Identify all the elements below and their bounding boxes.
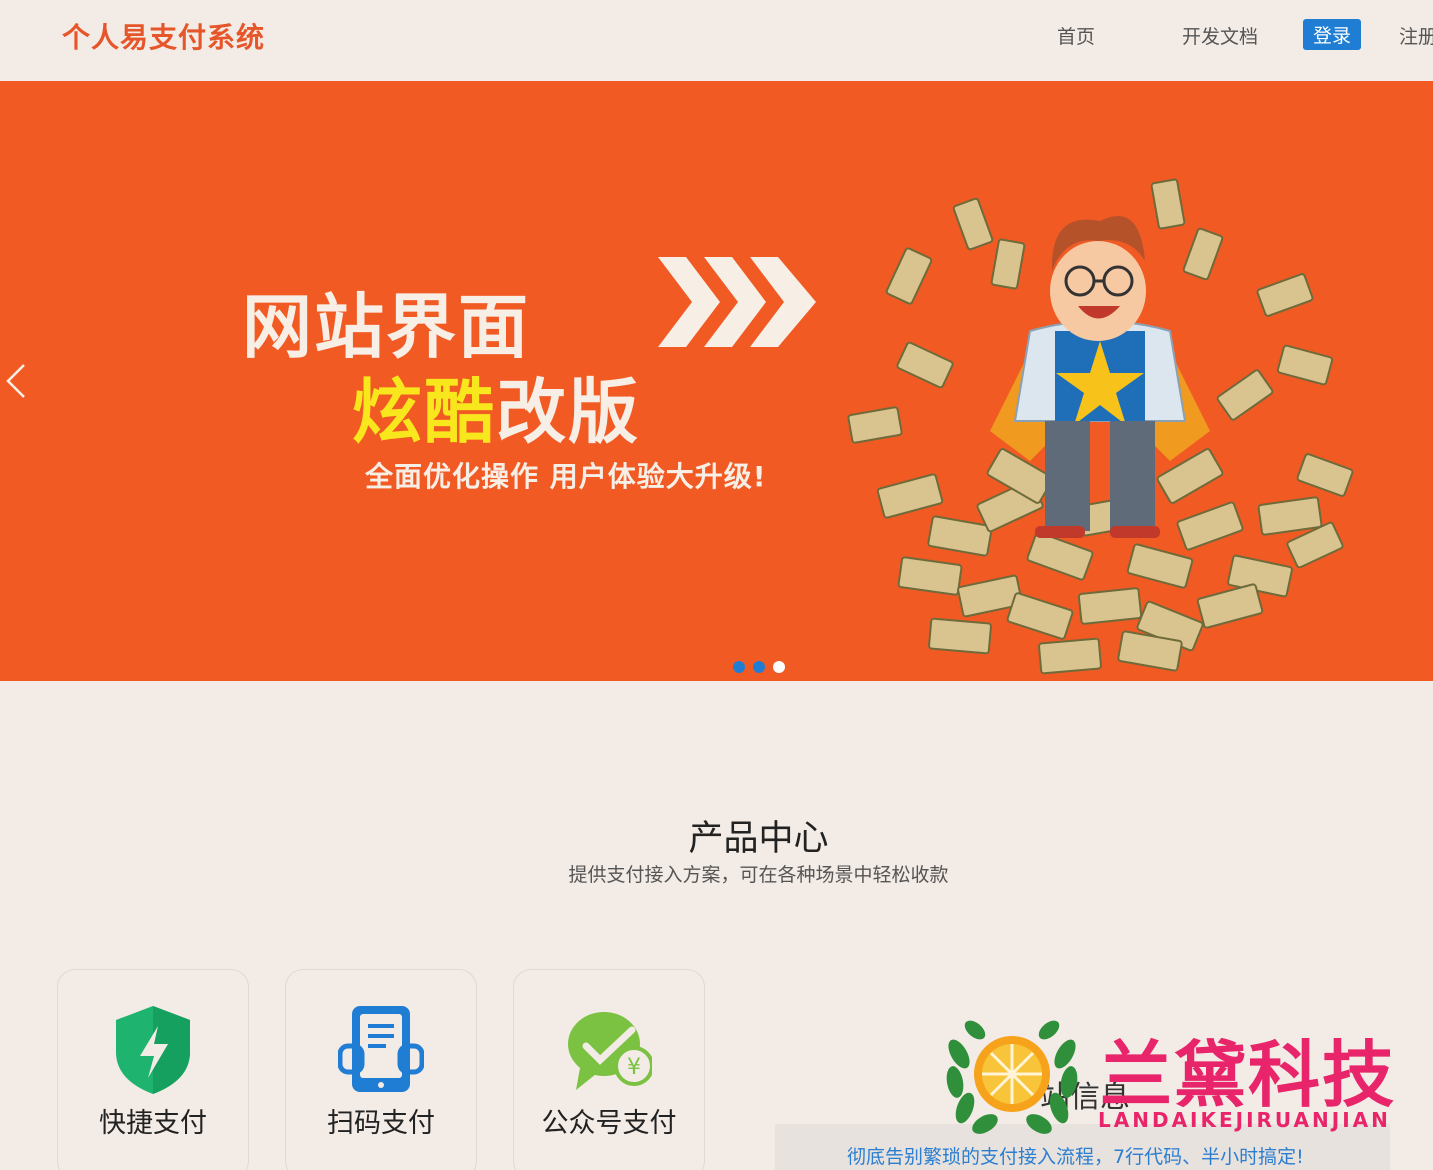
carousel-dot-active[interactable] xyxy=(773,661,785,673)
carousel-dot[interactable] xyxy=(733,661,745,673)
product-card-official-account-pay[interactable]: ¥ 公众号支付 xyxy=(513,969,705,1170)
watermark-subtitle: LANDAIKEJIRUANJIAN xyxy=(1098,1108,1391,1132)
site-logo[interactable]: 个人易支付系统 xyxy=(62,16,265,56)
section-title: 产品中心 xyxy=(688,819,829,859)
chevron-left-icon[interactable] xyxy=(4,363,28,399)
register-link[interactable]: 注册 xyxy=(1399,22,1433,49)
svg-text:¥: ¥ xyxy=(627,1055,641,1080)
triple-chevron-right-icon xyxy=(658,257,816,347)
watermark-title: 兰黛科技 xyxy=(1100,1032,1397,1117)
banner-subtitle: 全面优化操作 用户体验大升级! xyxy=(365,460,767,493)
shield-lightning-icon xyxy=(116,1006,190,1094)
top-header: 个人易支付系统 首页 开发文档 登录 注册 xyxy=(0,0,1433,80)
money-man-illustration xyxy=(847,178,1354,675)
wechat-yuan-icon: ¥ xyxy=(568,1012,652,1090)
banner-headline-2: 炫酷改版 xyxy=(352,356,640,457)
product-card-quick-pay[interactable]: 快捷支付 xyxy=(57,969,249,1170)
product-card-label: 快捷支付 xyxy=(99,1108,207,1139)
info-text: 彻底告别繁琐的支付接入流程，7行代码、半小时搞定! xyxy=(847,1146,1304,1168)
carousel-dot[interactable] xyxy=(753,661,765,673)
nav-docs-link[interactable]: 开发文档 xyxy=(1182,22,1258,49)
scan-phone-icon xyxy=(338,1006,424,1092)
product-card-label: 扫码支付 xyxy=(327,1108,435,1139)
section-subtitle: 提供支付接入方案，可在各种场景中轻松收款 xyxy=(568,864,949,886)
product-card-scan-pay[interactable]: 扫码支付 xyxy=(285,969,477,1170)
banner-headline-rest: 改版 xyxy=(496,370,640,453)
login-button[interactable]: 登录 xyxy=(1303,19,1362,50)
nav-home-link[interactable]: 首页 xyxy=(1057,22,1095,49)
product-card-label: 公众号支付 xyxy=(541,1108,677,1139)
banner-carousel: 网站界面 炫酷改版 全面优化操作 用户体验大升级! xyxy=(0,81,1433,681)
banner-headline-highlight: 炫酷 xyxy=(352,370,496,453)
carousel-indicators xyxy=(733,661,785,673)
